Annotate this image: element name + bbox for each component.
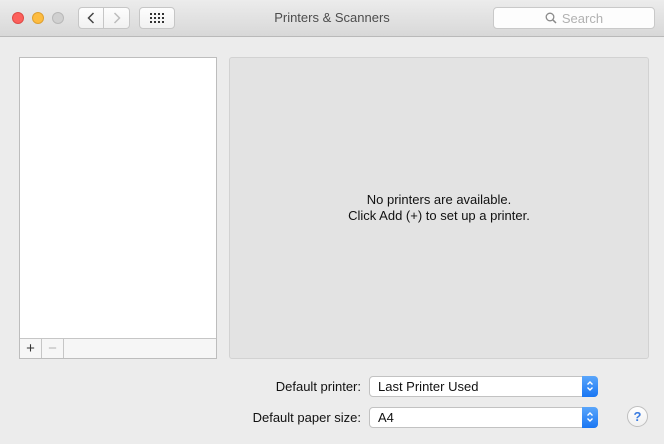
title-bar: Printers & Scanners Search xyxy=(0,0,664,37)
add-printer-button[interactable]: + xyxy=(20,339,42,358)
default-printer-label: Default printer: xyxy=(275,378,361,394)
default-printer-row: Default printer: Last Printer Used xyxy=(0,375,664,397)
remove-printer-button[interactable]: − xyxy=(42,339,64,358)
paper-size-row: Default paper size: A4 xyxy=(0,406,664,428)
add-printer-hint: Click Add (+) to set up a printer. xyxy=(348,208,530,223)
help-button[interactable]: ? xyxy=(627,406,648,427)
select-arrows-icon xyxy=(582,375,598,397)
default-printer-value: Last Printer Used xyxy=(378,378,479,394)
default-printer-select[interactable]: Last Printer Used xyxy=(369,375,598,397)
paper-size-select[interactable]: A4 xyxy=(369,406,598,428)
printer-list[interactable]: + − xyxy=(19,57,217,359)
search-icon xyxy=(545,12,557,24)
printer-list-toolbar: + − xyxy=(20,338,216,358)
paper-size-value: A4 xyxy=(378,409,394,425)
search-field[interactable]: Search xyxy=(493,7,655,29)
select-arrows-icon xyxy=(582,406,598,428)
paper-size-label: Default paper size: xyxy=(252,409,361,425)
printer-detail-pane: No printers are available. Click Add (+)… xyxy=(229,57,649,359)
no-printers-message: No printers are available. xyxy=(366,192,512,207)
search-placeholder: Search xyxy=(561,10,604,26)
